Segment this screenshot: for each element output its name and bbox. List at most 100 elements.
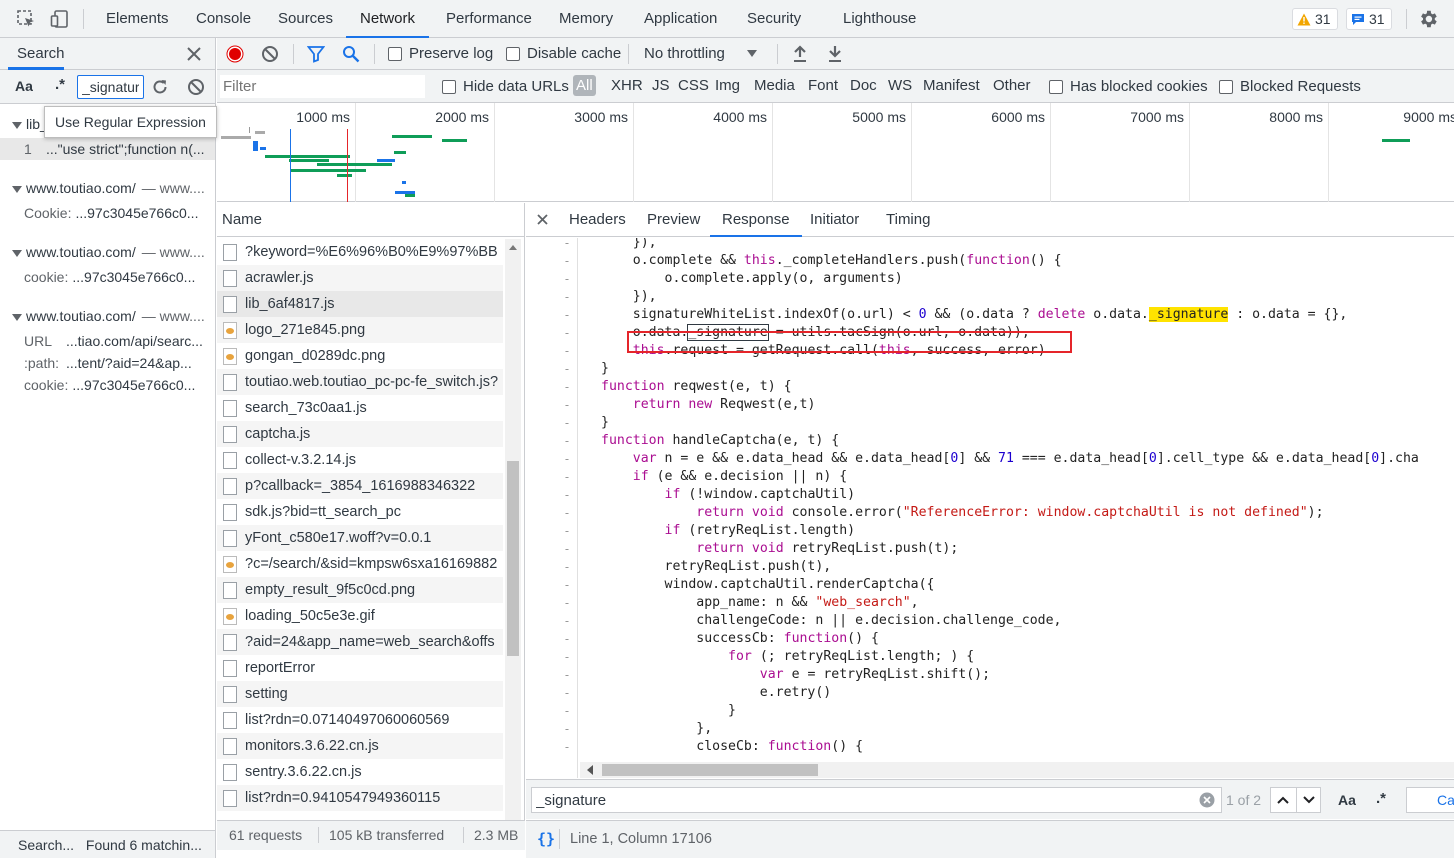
refresh-search-icon[interactable]: [151, 78, 169, 96]
find-cancel-button[interactable]: Ca: [1406, 787, 1454, 813]
type-filter-doc[interactable]: Doc: [850, 77, 877, 94]
search-match-line[interactable]: cookie: ...97c3045e766c0...: [0, 374, 215, 396]
blocked-requests-checkbox[interactable]: Blocked Requests: [1219, 78, 1361, 95]
close-detail-icon[interactable]: [537, 214, 548, 225]
clear-log-icon[interactable]: [261, 45, 279, 63]
search-match-line[interactable]: cookie: ...97c3045e766c0...: [0, 266, 215, 288]
search-match-line[interactable]: :path: ...tent/?aid=24&ap...: [0, 352, 215, 374]
expand-triangle-icon[interactable]: [12, 249, 22, 257]
request-row[interactable]: toutiao.web.toutiao_pc-pc-fe_switch.js?: [217, 369, 503, 395]
request-row[interactable]: p?callback=_3854_1616988346322: [217, 473, 503, 499]
search-result-file[interactable]: www.toutiao.com/ — www....: [12, 244, 215, 260]
scroll-left-arrow-icon[interactable]: [587, 765, 593, 775]
find-match-case-toggle[interactable]: Aa: [1338, 792, 1356, 808]
response-source-viewer[interactable]: - - - - - - - - - - - - - - - - - - - - - - - - - - - - - }), o.comp…: [526, 238, 1454, 778]
request-row[interactable]: ?aid=24&app_name=web_search&offs: [217, 629, 503, 655]
tab-sources[interactable]: Sources: [278, 0, 333, 38]
warnings-badge[interactable]: 31: [1292, 8, 1338, 30]
regex-toggle[interactable]: .*: [55, 76, 65, 93]
disable-cache-box[interactable]: [506, 46, 520, 61]
request-row[interactable]: setting: [217, 681, 503, 707]
tab-elements[interactable]: Elements: [106, 0, 169, 38]
request-row[interactable]: yFont_c580e17.woff?v=0.0.1: [217, 525, 503, 551]
request-list-scroll-thumb[interactable]: [507, 461, 519, 656]
blocked-requests-box[interactable]: [1219, 79, 1233, 94]
device-toolbar-icon[interactable]: [50, 9, 70, 29]
type-filter-manifest[interactable]: Manifest: [923, 77, 980, 94]
detail-tab-preview[interactable]: Preview: [647, 203, 700, 237]
disable-cache-checkbox[interactable]: Disable cache: [506, 45, 621, 62]
find-regex-toggle[interactable]: .*: [1376, 790, 1386, 807]
hide-data-urls-box[interactable]: [442, 79, 456, 94]
expand-triangle-icon[interactable]: [12, 313, 22, 321]
search-icon[interactable]: [342, 45, 360, 63]
find-previous-icon[interactable]: [1276, 795, 1290, 805]
export-har-icon[interactable]: [827, 45, 843, 63]
tab-network[interactable]: Network: [346, 0, 430, 38]
search-result-file[interactable]: www.toutiao.com/ — www....: [12, 180, 215, 196]
request-row[interactable]: ?keyword=%E6%96%B0%E9%97%BB: [217, 239, 503, 265]
type-filter-xhr[interactable]: XHR: [611, 77, 643, 94]
clear-find-icon[interactable]: [1199, 792, 1215, 808]
close-search-icon[interactable]: [186, 46, 202, 62]
preserve-log-checkbox[interactable]: Preserve log: [388, 45, 493, 62]
tab-lighthouse[interactable]: Lighthouse: [843, 0, 916, 38]
inspect-element-icon[interactable]: [16, 9, 36, 29]
match-case-toggle[interactable]: Aa: [15, 78, 33, 94]
request-row[interactable]: list?rdn=0.9410547949360115: [217, 785, 503, 811]
name-column-header[interactable]: Name: [217, 203, 524, 237]
request-row[interactable]: search_73c0aa1.js: [217, 395, 503, 421]
settings-gear-icon[interactable]: [1417, 8, 1439, 30]
horizontal-scroll-thumb[interactable]: [602, 764, 818, 776]
clear-search-icon[interactable]: [187, 78, 205, 96]
filter-icon[interactable]: [307, 45, 325, 63]
has-blocked-cookies-checkbox[interactable]: Has blocked cookies: [1049, 78, 1208, 95]
type-filter-img[interactable]: Img: [715, 77, 740, 94]
request-row[interactable]: collect-v.3.2.14.js: [217, 447, 503, 473]
request-row[interactable]: ?c=/search/&sid=kmpsw6sxa16169882: [217, 551, 503, 577]
search-match-line[interactable]: 1 ..."use strict";function n(...: [0, 138, 215, 160]
scroll-up-arrow-icon[interactable]: [509, 245, 517, 250]
detail-tab-timing[interactable]: Timing: [886, 203, 930, 237]
tab-application[interactable]: Application: [644, 0, 717, 38]
search-match-line[interactable]: Cookie: ...97c3045e766c0...: [0, 202, 215, 224]
tab-performance[interactable]: Performance: [446, 0, 532, 38]
filter-input[interactable]: [220, 75, 425, 98]
request-row[interactable]: empty_result_9f5c0cd.png: [217, 577, 503, 603]
request-row[interactable]: gongan_d0289dc.png: [217, 343, 503, 369]
tab-console[interactable]: Console: [196, 0, 251, 38]
type-filter-font[interactable]: Font: [808, 77, 838, 94]
type-filter-media[interactable]: Media: [754, 77, 795, 94]
search-result-file[interactable]: www.toutiao.com/ — www....: [12, 308, 215, 324]
throttling-select[interactable]: No throttling: [644, 45, 757, 62]
has-blocked-cookies-box[interactable]: [1049, 79, 1063, 94]
request-row[interactable]: sentry.3.6.22.cn.js: [217, 759, 503, 785]
request-row[interactable]: loading_50c5e3e.gif: [217, 603, 503, 629]
request-row[interactable]: lib_6af4817.js: [217, 291, 503, 317]
request-row[interactable]: sdk.js?bid=tt_search_pc: [217, 499, 503, 525]
search-match-line[interactable]: URL ...tiao.com/api/searc...: [0, 330, 215, 352]
type-filter-css[interactable]: CSS: [678, 77, 709, 94]
request-row[interactable]: logo_271e845.png: [217, 317, 503, 343]
request-row[interactable]: reportError: [217, 655, 503, 681]
type-filter-ws[interactable]: WS: [888, 77, 912, 94]
type-filter-js[interactable]: JS: [652, 77, 670, 94]
request-row[interactable]: acrawler.js: [217, 265, 503, 291]
find-input[interactable]: [531, 787, 1222, 813]
record-button[interactable]: [226, 45, 244, 63]
tab-memory[interactable]: Memory: [559, 0, 613, 38]
search-query-input[interactable]: [77, 75, 144, 99]
request-row[interactable]: monitors.3.6.22.cn.js: [217, 733, 503, 759]
messages-badge[interactable]: 31: [1346, 8, 1392, 30]
detail-tab-headers[interactable]: Headers: [569, 203, 626, 237]
network-overview[interactable]: 1000 ms 2000 ms 3000 ms 4000 ms 5000 ms 6000 …: [217, 103, 1454, 202]
type-filter-other[interactable]: Other: [993, 77, 1031, 94]
pretty-print-icon[interactable]: {}: [537, 830, 555, 848]
type-filter-all[interactable]: All: [573, 75, 596, 96]
request-row[interactable]: list?rdn=0.07140497060060569: [217, 707, 503, 733]
expand-triangle-icon[interactable]: [12, 121, 22, 129]
find-next-icon[interactable]: [1302, 795, 1316, 805]
preserve-log-box[interactable]: [388, 46, 402, 61]
hide-data-urls-checkbox[interactable]: Hide data URLs: [442, 78, 569, 95]
import-har-icon[interactable]: [792, 45, 808, 63]
